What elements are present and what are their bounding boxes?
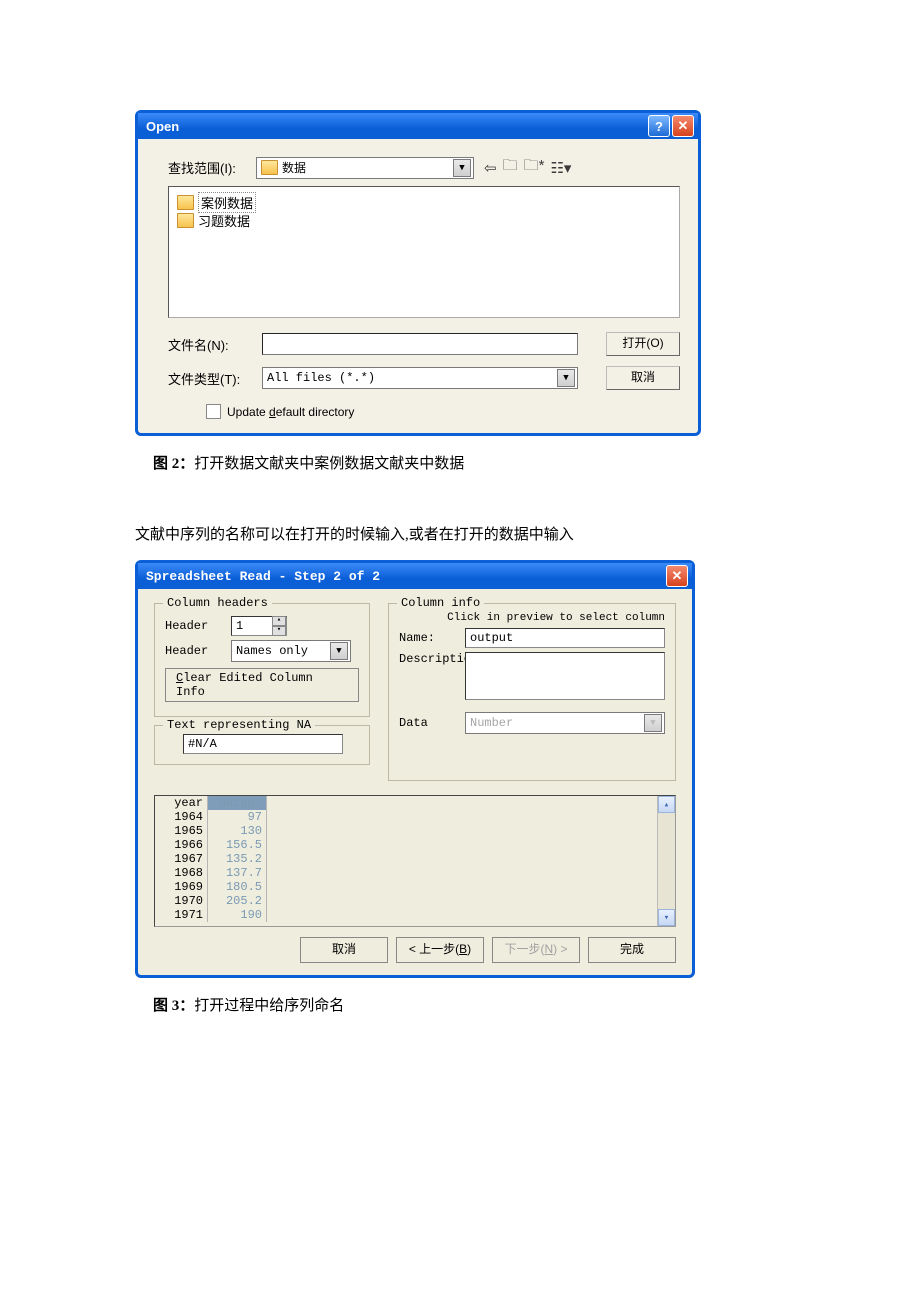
next-button: 下一步(N) > (492, 937, 580, 963)
look-in-value: 数据 (282, 159, 453, 176)
name-label: Name: (399, 631, 465, 645)
folder-icon (177, 213, 194, 228)
clear-column-info-button[interactable]: Clear Edited Column Info (165, 668, 359, 702)
back-arrow-icon[interactable]: ⇦ (484, 159, 497, 177)
data-label: Data (399, 716, 465, 730)
chevron-down-icon: ▼ (557, 369, 575, 387)
preview-cell[interactable]: 1966 (155, 838, 208, 852)
open-dialog: Open ? ✕ 查找范围(I): 数据 ▼ ⇦ 🗀 🗀* ☷▾ (135, 110, 701, 436)
folder-open-icon (261, 160, 278, 175)
nav-toolbar: ⇦ 🗀 🗀* ☷▾ (484, 155, 571, 180)
header-mode-dropdown[interactable]: Names only ▼ (231, 640, 351, 662)
folder-item[interactable]: 案例数据 (177, 193, 671, 211)
preview-cell[interactable]: 1967 (155, 852, 208, 866)
na-value: #N/A (188, 737, 217, 751)
close-button[interactable]: ✕ (666, 565, 688, 587)
back-button[interactable]: < 上一步(B) (396, 937, 484, 963)
header-mode-value: Names only (236, 644, 330, 658)
data-type-dropdown: Number ▼ (465, 712, 665, 734)
up-folder-icon[interactable]: 🗀 (503, 155, 518, 180)
preview-cell[interactable]: 205.2 (208, 894, 267, 908)
preview-cell[interactable]: 135.2 (208, 852, 267, 866)
column-info-hint: Click in preview to select column (399, 612, 665, 624)
column-info-legend: Column info (397, 596, 484, 610)
filename-input[interactable] (262, 333, 578, 355)
name-input[interactable]: output (465, 628, 665, 648)
data-type-value: Number (470, 716, 644, 730)
folder-name: 习题数据 (198, 211, 250, 230)
column-headers-group: Column headers Header 1 ▴▾ Header Names (154, 603, 370, 717)
preview-cell[interactable]: 1964 (155, 810, 208, 824)
na-input[interactable]: #N/A (183, 734, 343, 754)
header-spinner[interactable]: 1 ▴▾ (231, 616, 287, 636)
column-info-group: Column info Click in preview to select c… (388, 603, 676, 781)
header-value: 1 (236, 619, 243, 633)
filename-label: 文件名(N): (168, 335, 262, 354)
chevron-down-icon: ▼ (330, 642, 348, 660)
preview-cell[interactable]: 190 (208, 908, 267, 922)
filetype-value: All files (*.*) (267, 371, 557, 385)
spread-dialog-title: Spreadsheet Read - Step 2 of 2 (146, 569, 664, 584)
figure-3-caption: 图 3：打开过程中给序列命名 (153, 994, 785, 1015)
preview-cell[interactable]: 97 (208, 810, 267, 824)
help-button[interactable]: ? (648, 115, 670, 137)
spreadsheet-read-dialog: Spreadsheet Read - Step 2 of 2 ✕ Column … (135, 560, 695, 978)
na-legend: Text representing NA (163, 718, 315, 732)
cancel-button[interactable]: 取消 (606, 366, 680, 390)
file-list[interactable]: 案例数据 习题数据 (168, 186, 680, 318)
preview-cell[interactable]: 1970 (155, 894, 208, 908)
header-label: Header (165, 644, 231, 658)
chevron-down-icon: ▼ (644, 714, 662, 732)
body-paragraph: 文献中序列的名称可以在打开的时候输入,或者在打开的数据中输入 (135, 523, 785, 544)
preview-cell[interactable]: 130 (208, 824, 267, 838)
header-label: Header (165, 619, 231, 633)
folder-icon (177, 195, 194, 210)
folder-name: 案例数据 (198, 192, 256, 213)
look-in-label: 查找范围(I): (168, 158, 256, 177)
preview-cell[interactable]: 1965 (155, 824, 208, 838)
preview-cell[interactable]: 137.7 (208, 866, 267, 880)
preview-header[interactable]: output (208, 796, 267, 810)
na-group: Text representing NA #N/A (154, 725, 370, 765)
view-menu-icon[interactable]: ☷▾ (550, 159, 571, 177)
preview-cell[interactable]: 1969 (155, 880, 208, 894)
preview-cell[interactable]: 156.5 (208, 838, 267, 852)
update-dir-checkbox[interactable] (206, 404, 221, 419)
description-textarea[interactable] (465, 652, 665, 700)
open-dialog-titlebar[interactable]: Open ? ✕ (138, 113, 698, 139)
preview-table[interactable]: yearoutput19649719651301966156.51967135.… (154, 795, 676, 927)
close-button[interactable]: ✕ (672, 115, 694, 137)
finish-button[interactable]: 完成 (588, 937, 676, 963)
new-folder-icon[interactable]: 🗀* (524, 155, 545, 180)
scroll-down-icon[interactable]: ▾ (658, 909, 675, 926)
chevron-down-icon: ▼ (453, 159, 471, 177)
preview-cell[interactable]: 180.5 (208, 880, 267, 894)
preview-scrollbar[interactable]: ▴ ▾ (657, 796, 675, 926)
open-button[interactable]: 打开(O) (606, 332, 680, 356)
filetype-label: 文件类型(T): (168, 369, 262, 388)
filetype-dropdown[interactable]: All files (*.*) ▼ (262, 367, 578, 389)
preview-header[interactable]: year (155, 796, 208, 810)
description-label: Descriptio (399, 652, 465, 666)
cancel-button[interactable]: 取消 (300, 937, 388, 963)
open-dialog-title: Open (146, 119, 646, 134)
preview-cell[interactable]: 1968 (155, 866, 208, 880)
preview-cell[interactable]: 1971 (155, 908, 208, 922)
folder-item[interactable]: 习题数据 (177, 211, 671, 229)
name-value: output (470, 631, 513, 645)
spin-down-icon[interactable]: ▾ (272, 626, 286, 636)
spin-up-icon[interactable]: ▴ (272, 616, 286, 626)
figure-2-caption: 图 2：打开数据文献夹中案例数据文献夹中数据 (153, 452, 785, 473)
column-headers-legend: Column headers (163, 596, 272, 610)
spread-dialog-titlebar[interactable]: Spreadsheet Read - Step 2 of 2 ✕ (138, 563, 692, 589)
update-dir-label: Update default directory (227, 405, 354, 419)
look-in-dropdown[interactable]: 数据 ▼ (256, 157, 474, 179)
scroll-up-icon[interactable]: ▴ (658, 796, 675, 813)
